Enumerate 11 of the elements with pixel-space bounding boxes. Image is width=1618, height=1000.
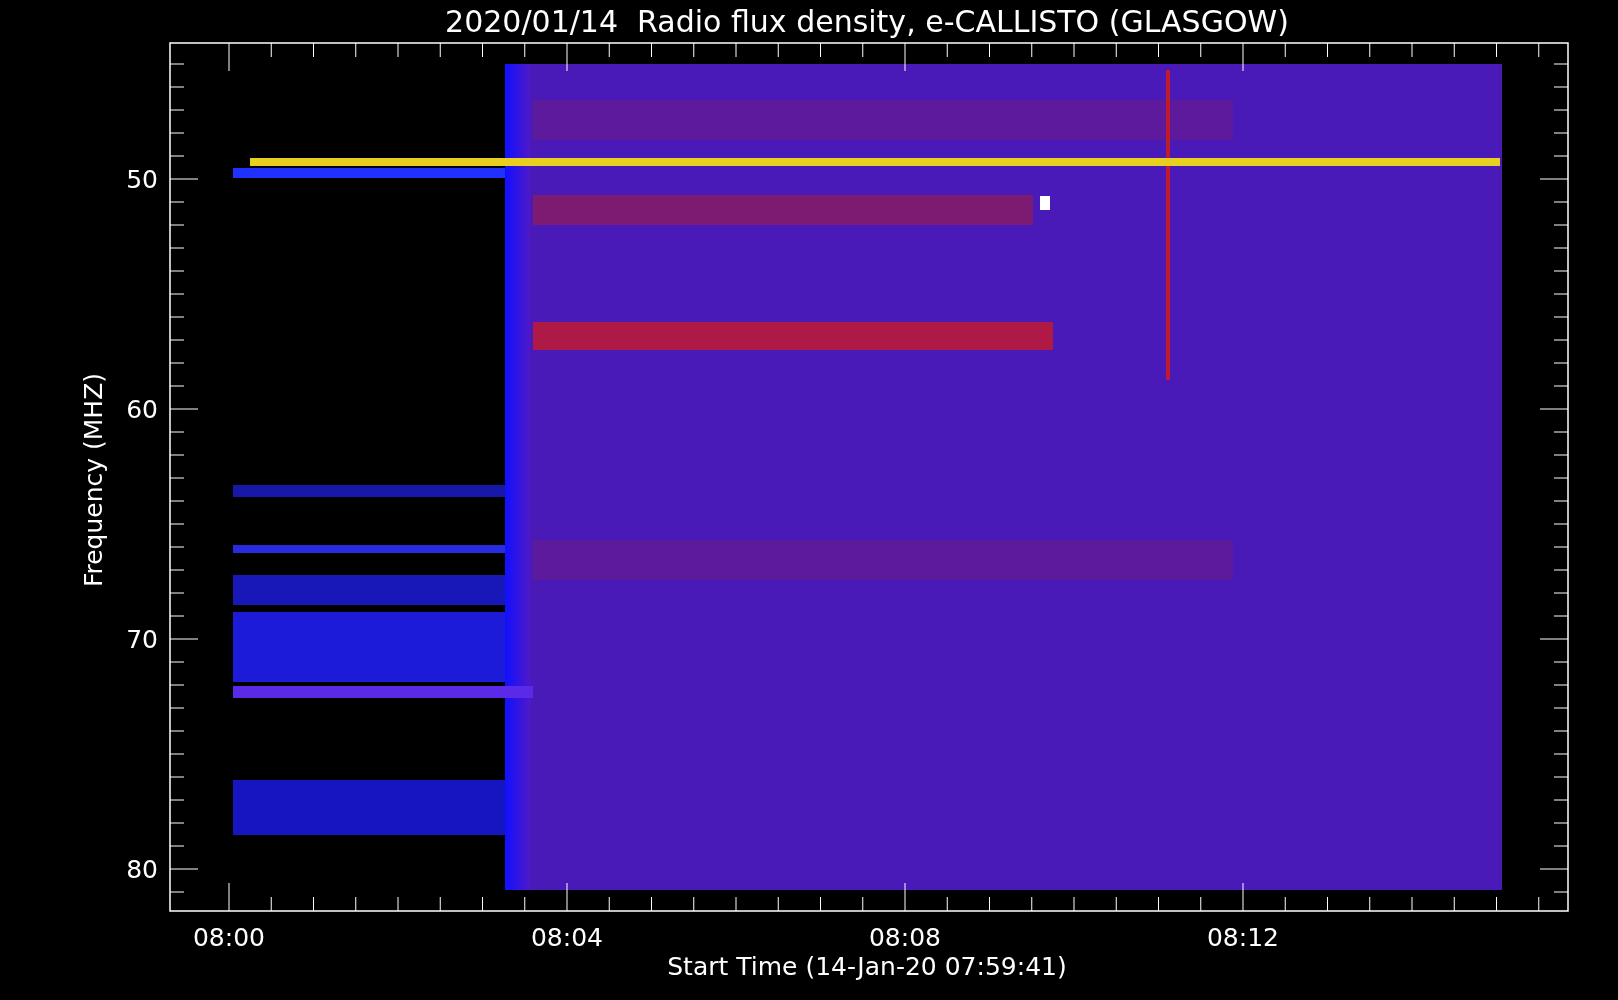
y-tick-label: 60: [126, 395, 158, 424]
y-tick-label: 50: [126, 165, 158, 194]
y-tick-label: 70: [126, 625, 158, 654]
x-tick-label: 08:00: [193, 923, 265, 952]
y-tick-label: 80: [126, 855, 158, 884]
x-tick-label: 08:08: [869, 923, 941, 952]
y-axis-label: Frequency (MHZ): [79, 372, 108, 588]
x-tick-label: 08:04: [531, 923, 603, 952]
chart-title: 2020/01/14 Radio flux density, e-CALLISTO (GLASGOW): [445, 4, 1289, 39]
x-axis-label: Start Time (14-Jan-20 07:59:41): [667, 952, 1067, 981]
x-tick-label: 08:12: [1207, 923, 1279, 952]
